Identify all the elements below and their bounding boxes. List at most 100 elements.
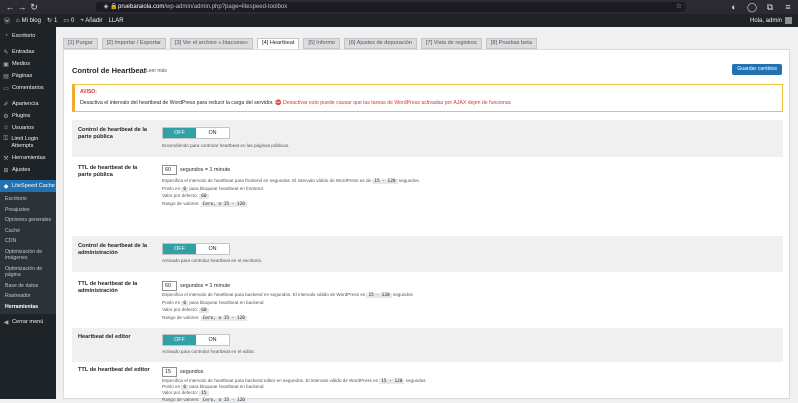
sidebar-item-label: Plugins xyxy=(12,113,31,119)
ttl-suffix: segundos = 1 minute xyxy=(180,167,231,173)
submenu-base-datos[interactable]: Base de datos xyxy=(0,281,56,292)
comments-link[interactable]: ▭ 0 xyxy=(63,17,74,25)
desc-text: para bloquear heartbeat en frontend. xyxy=(189,185,265,191)
learn-more-link[interactable]: Leer más xyxy=(146,68,167,74)
range-label: Rango de valores: xyxy=(162,200,200,206)
submenu-preajustes[interactable]: Preajustes xyxy=(0,205,56,216)
main-content: [1] Purgar [2] Importar / Exportar [3] V… xyxy=(56,27,798,403)
backend-ttl-input[interactable]: 60 xyxy=(162,281,177,291)
new-content-link[interactable]: + Añadir xyxy=(80,18,102,24)
url-path: /wp-admin/admin.php?page=litespeed-toolb… xyxy=(164,4,288,10)
toggle-on[interactable]: ON xyxy=(196,128,229,138)
notice-warning: Desactivar esto puede causar que las tar… xyxy=(283,100,512,106)
pocket-icon[interactable]: ◐ xyxy=(728,1,740,13)
submenu-cache[interactable]: Caché xyxy=(0,226,56,237)
home-icon: ⌂ xyxy=(16,17,20,24)
avatar[interactable] xyxy=(785,17,792,24)
desc-text: Ponlo en xyxy=(162,299,181,305)
save-button[interactable]: Guardar cambios xyxy=(732,64,782,75)
sidebar-item-litespeed[interactable]: ◆ LiteSpeed Cache xyxy=(0,180,56,192)
sidebar-item-medios[interactable]: ▣ Medios xyxy=(0,58,56,70)
sidebar-item-paginas[interactable]: ▤ Páginas xyxy=(0,70,56,82)
range-label: Rango de valores: xyxy=(162,396,200,402)
desc-code: 15 - 120 xyxy=(372,179,398,184)
sidebar-item-label: Medios xyxy=(12,61,31,67)
range-label: Rango de valores: xyxy=(162,314,200,320)
litespeed-submenu: Escritorio Preajustes Opciones generales… xyxy=(0,192,56,314)
toggle-on[interactable]: ON xyxy=(196,335,229,345)
frontend-ttl-input[interactable]: 60 xyxy=(162,165,177,175)
brush-icon: ✐ xyxy=(3,101,9,108)
setting-description: Activado para controlar heartbeat en el … xyxy=(162,349,255,354)
account-icon[interactable]: ◯ xyxy=(746,1,758,13)
sidebar-item-ajustes[interactable]: ⊞ Ajustes xyxy=(0,164,56,176)
tab-importar-exportar[interactable]: [2] Importar / Exportar xyxy=(101,38,166,49)
forward-icon[interactable]: → xyxy=(16,1,28,13)
setting-frontend-ttl: TTL de heartbeat de la parte pública 60 … xyxy=(72,160,783,230)
submenu-optimizacion-imagenes[interactable]: Optimización de imágenes xyxy=(0,247,56,264)
tab-bar: [1] Purgar [2] Importar / Exportar [3] V… xyxy=(63,38,537,49)
extensions-icon[interactable]: ⧉ xyxy=(764,1,776,13)
setting-label: TTL de heartbeat del editor xyxy=(78,367,150,373)
setting-backend-control: Control de heartbeat de la administració… xyxy=(72,236,783,272)
greeting[interactable]: Hola, admin xyxy=(750,18,782,24)
sidebar-item-comentarios[interactable]: ▭ Comentarios xyxy=(0,82,56,94)
url-text: pruebaraiola.com/wp-admin/admin.php?page… xyxy=(118,4,287,10)
tab-informe[interactable]: [5] Informe xyxy=(303,38,341,49)
url-bar[interactable]: ◈ 🔒 pruebaraiola.com/wp-admin/admin.php?… xyxy=(96,2,686,12)
media-icon: ▣ xyxy=(3,61,9,68)
browser-toolbar: ← → ↻ ◈ 🔒 pruebaraiola.com/wp-admin/admi… xyxy=(0,0,798,14)
wp-admin-bar: ⓦ ⌂ Mi blog ↻ 1 ▭ 0 + Añadir LLAR Hola, adm… xyxy=(0,14,798,27)
updates-link[interactable]: ↻ 1 xyxy=(47,17,58,25)
submenu-herramientas[interactable]: Herramientas xyxy=(0,302,56,313)
sidebar-item-entradas[interactable]: ✎ Entradas xyxy=(0,46,56,58)
sidebar-item-usuarios[interactable]: ☺ Usuarios xyxy=(0,122,56,134)
tab-purgar[interactable]: [1] Purgar xyxy=(63,38,98,49)
back-icon[interactable]: ← xyxy=(4,1,16,13)
sidebar-item-plugins[interactable]: ⚙ Plugins xyxy=(0,110,56,122)
setting-editor-control: Heartbeat del editor OFF ON Activado par… xyxy=(72,328,783,362)
editor-toggle[interactable]: OFF ON xyxy=(162,334,230,346)
toggle-off[interactable]: OFF xyxy=(163,244,196,254)
pages-icon: ▤ xyxy=(3,73,9,80)
notice-message: Desactiva el intervalo del heartbeat de … xyxy=(80,100,274,106)
tab-heartbeat[interactable]: [4] Heartbeat xyxy=(257,38,300,49)
lock-icon: ⚿ xyxy=(3,136,8,142)
submenu-rastreador[interactable]: Rastreador xyxy=(0,291,56,302)
submenu-opciones-generales[interactable]: Opciones generales xyxy=(0,215,56,226)
menu-icon[interactable]: ≡ xyxy=(782,1,794,13)
toggle-on[interactable]: ON xyxy=(196,244,229,254)
default-value: 60 xyxy=(199,194,209,200)
sidebar-item-label: Apariencia xyxy=(12,101,39,107)
desc-text: segundos xyxy=(392,292,413,297)
sidebar-item-escritorio[interactable]: ◔ Escritorio xyxy=(0,30,56,42)
updates-count: 1 xyxy=(54,17,58,24)
tab-vista-registros[interactable]: [7] Vista de registros xyxy=(420,38,482,49)
submenu-optimizacion-pagina[interactable]: Optimización de página xyxy=(0,264,56,281)
desc-text: segundos. xyxy=(398,178,420,183)
backend-toggle[interactable]: OFF ON xyxy=(162,243,230,255)
frontend-toggle[interactable]: OFF ON xyxy=(162,127,230,139)
collapse-menu-button[interactable]: ◀ Cerrar menú xyxy=(0,316,56,328)
reload-icon[interactable]: ↻ xyxy=(28,1,40,13)
sidebar-item-herramientas[interactable]: ⚒ Herramientas xyxy=(0,152,56,164)
toggle-off[interactable]: OFF xyxy=(163,128,196,138)
sidebar-item-label: Páginas xyxy=(12,73,33,79)
setting-label: Heartbeat del editor xyxy=(78,334,131,340)
tab-pruebas-beta[interactable]: [8] Pruebas beta xyxy=(485,38,537,49)
setting-description: Especifica el intervalo de heartbeat par… xyxy=(162,178,420,208)
toggle-off[interactable]: OFF xyxy=(163,335,196,345)
llar-link[interactable]: LLAR xyxy=(109,18,124,24)
desc-text: para bloquear heartbeat en backend. xyxy=(189,299,265,305)
submenu-escritorio[interactable]: Escritorio xyxy=(0,194,56,205)
submenu-cdn[interactable]: CDN xyxy=(0,236,56,247)
wp-logo-icon[interactable]: ⓦ xyxy=(4,16,10,25)
tab-htaccess[interactable]: [3] Ver el archivo «.htaccess» xyxy=(169,38,254,49)
tab-ajustes-depuracion[interactable]: [6] Ajustes de depuración xyxy=(344,38,417,49)
editor-ttl-input[interactable]: 15 xyxy=(162,367,177,377)
sidebar-item-apariencia[interactable]: ✐ Apariencia xyxy=(0,98,56,110)
desc-text: Especifica el intervalo de heartbeat par… xyxy=(162,178,372,183)
sidebar-item-limit-login[interactable]: ⚿ Limit Login Attempts xyxy=(0,134,56,152)
site-name-link[interactable]: ⌂ Mi blog xyxy=(16,18,41,24)
bookmark-star-icon[interactable]: ☆ xyxy=(676,2,682,12)
